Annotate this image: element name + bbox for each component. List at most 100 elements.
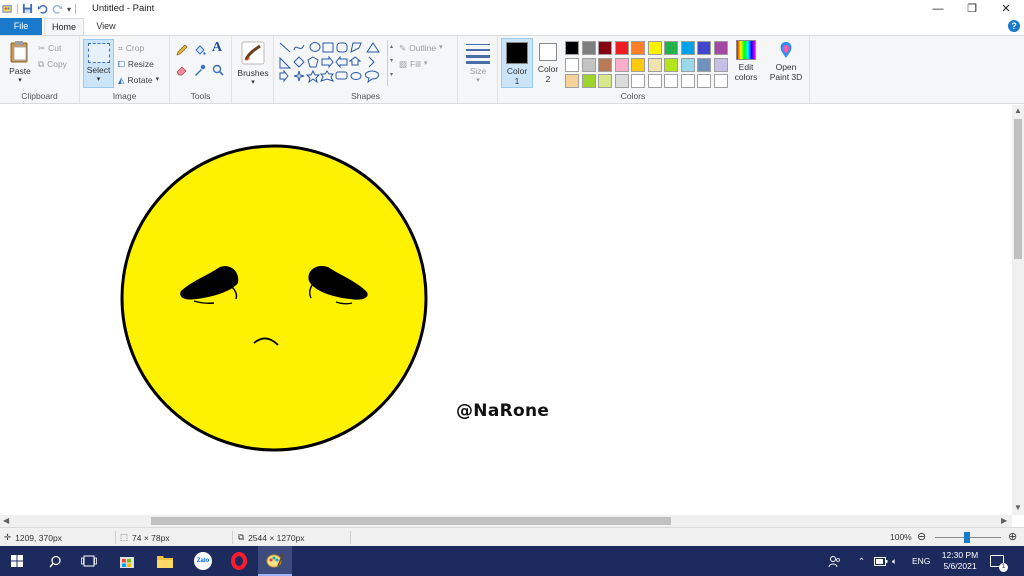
zalo-icon: Zalo bbox=[194, 552, 212, 570]
eraser-icon[interactable] bbox=[176, 64, 188, 76]
color-picker-icon[interactable] bbox=[194, 64, 206, 76]
task-view-icon bbox=[81, 555, 97, 567]
drawing-canvas[interactable] bbox=[0, 105, 1012, 515]
fill-bucket-icon[interactable] bbox=[194, 44, 206, 56]
palette-swatch[interactable] bbox=[713, 57, 728, 72]
fill-button[interactable]: ▨ Fill ▾ bbox=[399, 57, 427, 71]
people-icon[interactable] bbox=[828, 546, 841, 576]
restore-button[interactable]: ❐ bbox=[955, 0, 989, 18]
open-paint3d-label-1: Open bbox=[775, 62, 797, 72]
save-icon[interactable] bbox=[22, 3, 33, 16]
palette-swatch[interactable] bbox=[631, 41, 645, 55]
palette-swatch[interactable] bbox=[697, 74, 711, 88]
palette-swatch[interactable] bbox=[680, 41, 695, 55]
task-view-button[interactable] bbox=[72, 546, 106, 576]
palette-swatch[interactable] bbox=[647, 74, 662, 88]
battery-icon[interactable] bbox=[874, 546, 888, 576]
horizontal-scrollbar[interactable]: ◀ ▶ bbox=[0, 515, 1012, 527]
zoom-out-button[interactable]: ⊖ bbox=[917, 530, 926, 543]
taskbar-file-explorer[interactable] bbox=[148, 546, 182, 576]
open-paint3d-button[interactable]: Open Paint 3D bbox=[766, 40, 806, 82]
resize-button[interactable]: ⧠ Resize bbox=[118, 57, 154, 71]
shapes-scroll[interactable]: ▴ ▾ ▾ bbox=[387, 40, 395, 86]
palette-swatch[interactable] bbox=[598, 41, 612, 55]
paint3d-icon bbox=[780, 42, 792, 58]
palette-swatch[interactable] bbox=[664, 41, 678, 55]
clock[interactable]: 12:30 PM 5/6/2021 bbox=[938, 546, 982, 576]
taskbar-zalo[interactable]: Zalo bbox=[186, 546, 220, 576]
tab-view[interactable]: View bbox=[86, 18, 126, 35]
search-button[interactable] bbox=[38, 546, 72, 576]
palette-swatch[interactable] bbox=[664, 74, 678, 88]
palette-swatch[interactable] bbox=[631, 74, 645, 88]
palette-swatch[interactable] bbox=[713, 41, 728, 55]
taskbar-store[interactable] bbox=[110, 546, 144, 576]
taskbar-opera[interactable] bbox=[222, 546, 256, 576]
paint-app-icon[interactable] bbox=[2, 3, 13, 16]
copy-button[interactable]: ⧉ Copy bbox=[38, 57, 67, 71]
palette-swatch[interactable] bbox=[565, 74, 579, 88]
palette-swatch[interactable] bbox=[680, 57, 695, 72]
size-button[interactable]: Size ▾ bbox=[462, 42, 494, 84]
paste-button[interactable]: Paste ▾ bbox=[4, 40, 36, 84]
help-icon[interactable]: ? bbox=[1008, 20, 1020, 32]
palette-swatch[interactable] bbox=[697, 41, 711, 55]
undo-icon[interactable] bbox=[37, 3, 48, 16]
select-button[interactable]: Select ▾ bbox=[83, 39, 114, 88]
clock-time: 12:30 PM bbox=[941, 550, 979, 560]
palette-swatch[interactable] bbox=[565, 57, 579, 72]
palette-swatch[interactable] bbox=[631, 57, 645, 72]
scroll-up-arrow[interactable]: ▲ bbox=[1014, 106, 1022, 115]
action-center-button[interactable]: 1 bbox=[990, 546, 1008, 576]
zoom-in-button[interactable]: ⊕ bbox=[1008, 530, 1017, 543]
volume-icon[interactable]: 🔈︎ bbox=[892, 546, 897, 576]
palette-swatch[interactable] bbox=[598, 57, 612, 72]
start-button[interactable] bbox=[0, 546, 34, 576]
customize-toolbar-icon[interactable]: ▾ bbox=[67, 5, 71, 14]
palette-swatch[interactable] bbox=[713, 74, 728, 88]
close-button[interactable]: ✕ bbox=[989, 0, 1023, 18]
zoom-slider[interactable] bbox=[935, 532, 1001, 543]
language-indicator[interactable]: ENG bbox=[912, 546, 930, 576]
outline-button[interactable]: ✎ Outline ▾ bbox=[399, 41, 443, 55]
color1-button[interactable]: Color 1 bbox=[501, 38, 533, 88]
scroll-left-arrow[interactable]: ◀ bbox=[3, 516, 9, 525]
text-tool-icon[interactable]: A bbox=[212, 40, 222, 56]
magnifier-icon[interactable] bbox=[212, 64, 224, 76]
palette-swatch[interactable] bbox=[680, 74, 695, 88]
palette-swatch[interactable] bbox=[581, 41, 596, 55]
vertical-scrollbar[interactable]: ▲ ▼ bbox=[1012, 105, 1024, 515]
taskbar-paint[interactable] bbox=[258, 546, 292, 576]
redo-icon[interactable] bbox=[52, 3, 63, 16]
horizontal-scroll-thumb[interactable] bbox=[151, 517, 671, 525]
palette-swatch[interactable] bbox=[614, 74, 629, 88]
palette-swatch[interactable] bbox=[565, 41, 579, 55]
vertical-scroll-thumb[interactable] bbox=[1014, 119, 1022, 259]
cut-button[interactable]: ✂ Cut bbox=[38, 41, 61, 55]
palette-swatch[interactable] bbox=[664, 57, 678, 72]
copy-label: Copy bbox=[47, 59, 67, 69]
palette-swatch[interactable] bbox=[647, 57, 662, 72]
palette-swatch[interactable] bbox=[697, 57, 711, 72]
palette-swatch[interactable] bbox=[614, 57, 629, 72]
edit-colors-button[interactable]: Edit colors bbox=[732, 40, 760, 82]
shapes-gallery[interactable] bbox=[278, 41, 386, 87]
scroll-right-arrow[interactable]: ▶ bbox=[1001, 516, 1007, 525]
palette-swatch[interactable] bbox=[581, 74, 596, 88]
minimize-button[interactable]: — bbox=[921, 0, 955, 18]
palette-swatch[interactable] bbox=[614, 41, 629, 55]
brush-icon bbox=[241, 41, 265, 65]
tab-file[interactable]: File bbox=[0, 18, 42, 35]
palette-swatch[interactable] bbox=[647, 41, 662, 55]
pencil-icon[interactable] bbox=[176, 44, 188, 56]
show-hidden-icons-icon[interactable]: ⌃ bbox=[858, 546, 865, 576]
rotate-button[interactable]: ◭ Rotate ▾ bbox=[118, 73, 159, 87]
color2-button[interactable]: Color 2 bbox=[534, 38, 562, 88]
scroll-down-arrow[interactable]: ▼ bbox=[1014, 503, 1022, 512]
tab-home[interactable]: Home bbox=[44, 18, 84, 35]
zoom-slider-thumb[interactable] bbox=[964, 532, 970, 543]
crop-button[interactable]: ⌗ Crop bbox=[118, 41, 144, 55]
palette-swatch[interactable] bbox=[598, 74, 612, 88]
palette-swatch[interactable] bbox=[581, 57, 596, 72]
brushes-button[interactable]: Brushes ▾ bbox=[234, 40, 272, 86]
